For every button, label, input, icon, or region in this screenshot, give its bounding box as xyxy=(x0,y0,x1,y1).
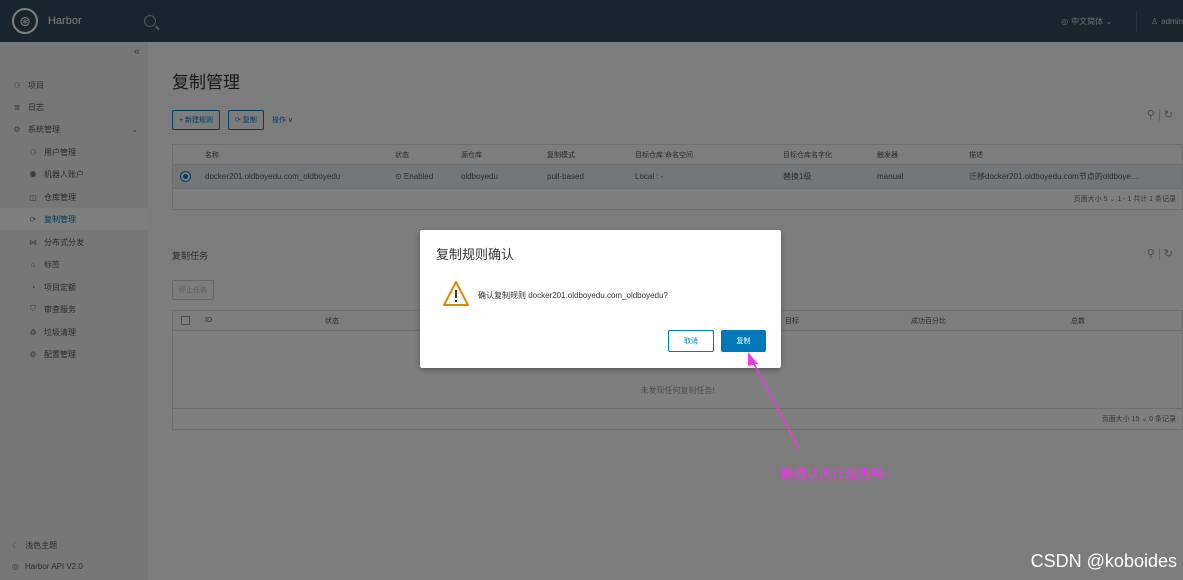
dialog-message: 确认复制规则 docker201.oldboyedu.com_oldboyedu… xyxy=(478,291,668,300)
dialog-title: 复制规则确认 xyxy=(436,247,515,262)
warning-icon xyxy=(443,281,469,306)
watermark: CSDN @koboides xyxy=(1030,551,1177,571)
cancel-button[interactable]: 取消 xyxy=(668,330,714,352)
confirm-replicate-button[interactable]: 复制 xyxy=(721,330,766,352)
annotation-text: 要确认执行规则哟~ xyxy=(780,466,892,481)
confirm-dialog: 复制规则确认 确认复制规则 docker201.oldboyedu.com_ol… xyxy=(420,230,781,368)
